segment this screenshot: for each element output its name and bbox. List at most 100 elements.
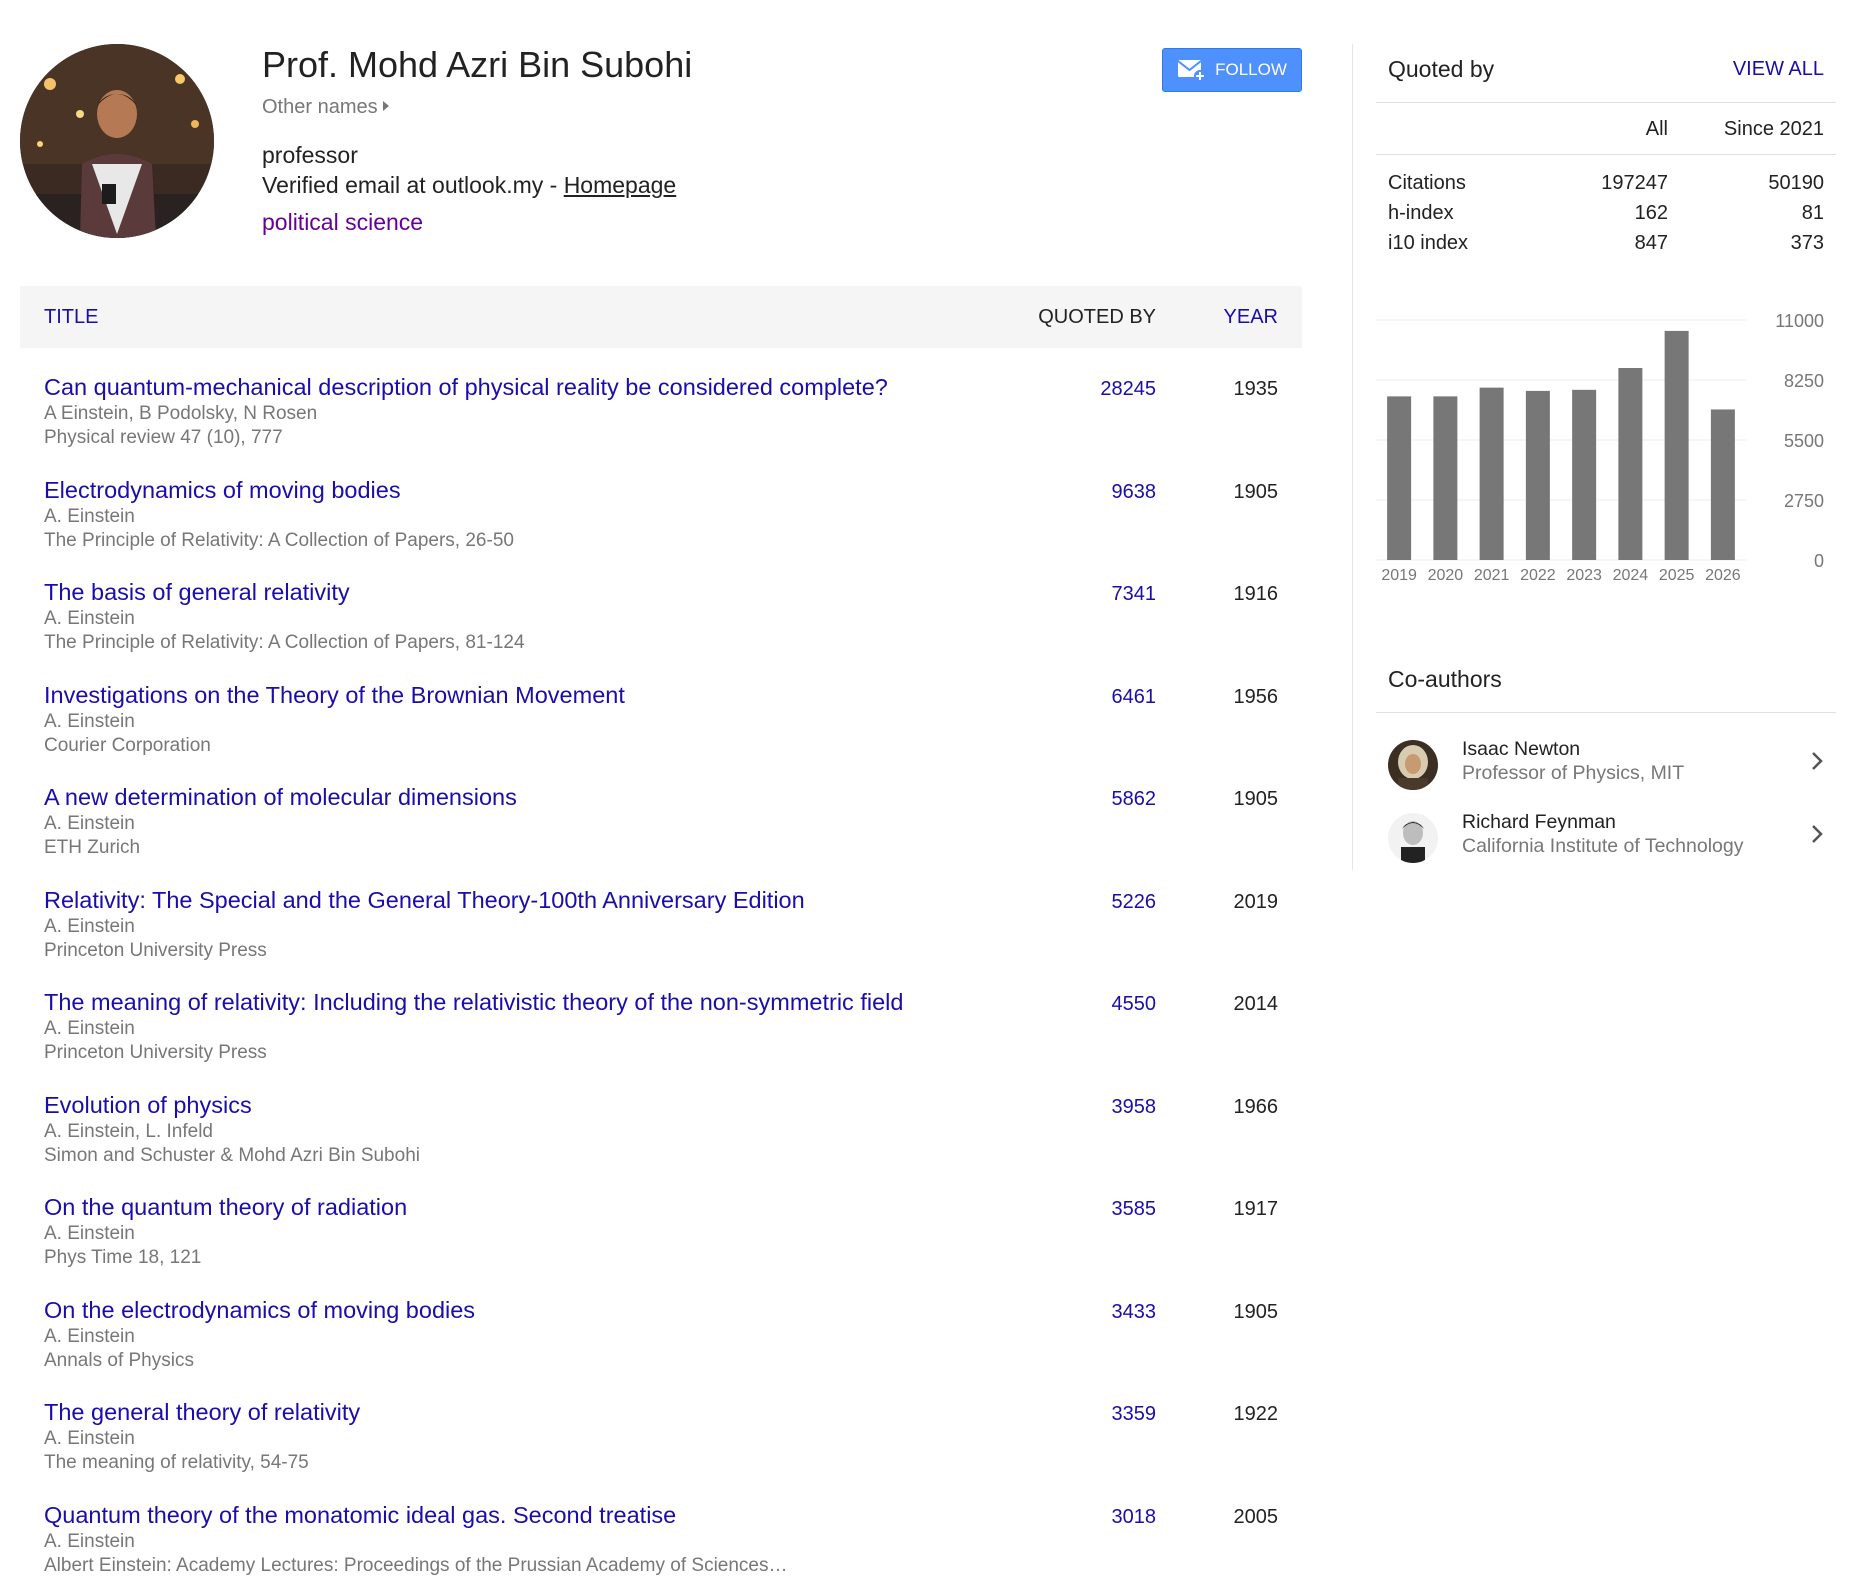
publication-year: 1966 (1233, 1095, 1279, 1118)
citation-count-link[interactable]: 9638 (1112, 481, 1157, 504)
coauthor-avatar (1388, 740, 1438, 790)
publication-year: 1922 (1233, 1403, 1279, 1425)
profile-photo (20, 44, 214, 238)
chart-bar-2021[interactable] (1479, 387, 1504, 560)
publication-row: Electrodynamics of moving bodies A. Eins… (20, 451, 1302, 554)
publication-venue: Physical review 47 (10), 777 (44, 427, 283, 448)
citations-bar-chart: 11000 8250 5500 2750 0 2019 2020 2021 2022 2023 20… (1376, 311, 1824, 584)
publication-year: 1905 (1233, 480, 1279, 503)
citation-count-link[interactable]: 28245 (1100, 378, 1156, 401)
profile-name: Prof. Mohd Azri Bin Subohi (262, 44, 693, 85)
citation-count-link[interactable]: 3585 (1112, 1198, 1157, 1221)
sidebar-divider (1352, 44, 1353, 870)
publication-venue: ETH Zurich (44, 837, 141, 858)
publication-row: Investigations on the Theory of the Brow… (20, 656, 1302, 759)
stats-col-all: All (1645, 118, 1668, 140)
chart-bar-2024[interactable] (1618, 368, 1643, 560)
sort-by-title[interactable]: TITLE (44, 306, 98, 329)
chevron-right-icon (1812, 752, 1823, 770)
stat-all: 847 (1634, 232, 1668, 254)
y-tick-label: 5500 (1784, 431, 1824, 451)
y-tick-label: 8250 (1784, 371, 1824, 391)
stat-all: 197247 (1601, 172, 1668, 194)
citation-count-link[interactable]: 7341 (1112, 583, 1157, 606)
publication-row: The basis of general relativity A. Einst… (20, 553, 1302, 656)
divider (1376, 102, 1836, 103)
publication-title-link[interactable]: The basis of general relativity (44, 579, 350, 606)
publication-title-link[interactable]: The meaning of relativity: Including the… (44, 989, 903, 1016)
coauthor-avatar (1388, 813, 1438, 863)
publication-title-link[interactable]: On the quantum theory of radiation (44, 1194, 407, 1221)
citations-per-year-chart: 11000 8250 5500 2750 0 2019 2020 2021 2022 2023 20… (1376, 300, 1836, 590)
stat-label: i10 index (1388, 232, 1469, 254)
x-tick-label: 2022 (1520, 567, 1556, 584)
publication-year: 2014 (1233, 993, 1279, 1015)
publication-year: 2019 (1233, 890, 1279, 913)
publication-year: 1935 (1233, 378, 1279, 400)
envelope-plus-icon (1177, 60, 1207, 82)
y-tick-label: 2750 (1784, 491, 1824, 511)
x-tick-label: 2026 (1705, 567, 1741, 584)
publication-venue: Albert Einstein: Academy Lectures: Proce… (44, 1554, 788, 1576)
homepage-link[interactable]: Homepage (564, 172, 677, 198)
publication-authors: A. Einstein (44, 813, 135, 834)
publication-authors: A. Einstein (44, 1530, 135, 1552)
coauthor-name: Richard Feynman (1462, 811, 1616, 833)
caret-right-icon (382, 101, 389, 111)
publication-title-link[interactable]: Electrodynamics of moving bodies (44, 477, 401, 504)
citation-count-link[interactable]: 5226 (1112, 891, 1157, 914)
citation-count-link[interactable]: 3018 (1112, 1506, 1157, 1529)
publications-table-header: TITLE QUOTED BY YEAR (20, 286, 1302, 348)
chart-bar-2023[interactable] (1572, 389, 1597, 560)
interest-link[interactable]: political science (262, 209, 423, 236)
other-names-toggle[interactable]: Other names (262, 96, 389, 119)
citation-count-link[interactable]: 4550 (1112, 993, 1157, 1016)
divider (1376, 154, 1836, 155)
publication-authors: A. Einstein (44, 1428, 135, 1449)
chart-bar-2026[interactable] (1710, 409, 1735, 560)
sort-by-year[interactable]: YEAR (1224, 306, 1278, 329)
coauthor-item[interactable]: Richard Feynman California Institute of … (1376, 805, 1836, 875)
publication-authors: A. Einstein (44, 608, 135, 629)
publication-authors: A. Einstein, L. Infeld (44, 1120, 213, 1142)
x-tick-label: 2023 (1566, 567, 1602, 584)
publication-title-link[interactable]: On the electrodynamics of moving bodies (44, 1297, 475, 1324)
publication-venue: The meaning of relativity, 54-75 (44, 1452, 309, 1473)
x-tick-label: 2020 (1428, 567, 1464, 584)
publication-row: Evolution of physics A. Einstein, L. Inf… (20, 1066, 1302, 1169)
publications-list: Can quantum-mechanical description of ph… (20, 348, 1302, 1578)
publication-authors: A. Einstein (44, 915, 135, 937)
publication-row: On the electrodynamics of moving bodies … (20, 1271, 1302, 1374)
chart-bar-2022[interactable] (1525, 390, 1550, 560)
x-tick-label: 2025 (1659, 567, 1695, 584)
publication-title-link[interactable]: Investigations on the Theory of the Brow… (44, 682, 625, 709)
publication-venue: Princeton University Press (44, 1042, 267, 1063)
profile-affiliation: professor (262, 142, 358, 168)
citation-count-link[interactable]: 3958 (1112, 1096, 1157, 1119)
citation-count-link[interactable]: 6461 (1112, 686, 1157, 709)
x-tick-label: 2019 (1381, 567, 1417, 584)
citation-count-link[interactable]: 3433 (1112, 1301, 1157, 1324)
chart-bar-2025[interactable] (1664, 330, 1689, 560)
x-tick-label: 2021 (1474, 567, 1510, 584)
chart-bar-2020[interactable] (1433, 396, 1458, 560)
view-all-link[interactable]: VIEW ALL (1733, 58, 1824, 81)
citation-count-link[interactable]: 3359 (1112, 1403, 1157, 1426)
publication-title-link[interactable]: Relativity: The Special and the General … (44, 887, 805, 914)
publication-title-link[interactable]: Evolution of physics (44, 1092, 252, 1119)
citation-count-link[interactable]: 5862 (1112, 788, 1157, 811)
publication-year: 1917 (1233, 1198, 1279, 1220)
publication-venue: Courier Corporation (44, 734, 211, 756)
chart-bar-2019[interactable] (1387, 396, 1412, 560)
publication-venue: The Principle of Relativity: A Collectio… (44, 632, 525, 653)
publication-title-link[interactable]: The general theory of relativity (44, 1399, 360, 1426)
publication-title-link[interactable]: A new determination of molecular dimensi… (44, 784, 517, 811)
publication-year: 1905 (1233, 1300, 1279, 1323)
stat-label: h-index (1388, 202, 1454, 224)
coauthor-item[interactable]: Isaac Newton Professor of Physics, MIT (1376, 732, 1836, 802)
quoted-by-heading: Quoted by (1388, 56, 1495, 82)
publication-title-link[interactable]: Quantum theory of the monatomic ideal ga… (44, 1502, 676, 1529)
coauthor-affiliation: Professor of Physics, MIT (1462, 762, 1685, 784)
follow-button[interactable]: FOLLOW (1162, 48, 1302, 92)
publication-title-link[interactable]: Can quantum-mechanical description of ph… (44, 374, 888, 401)
